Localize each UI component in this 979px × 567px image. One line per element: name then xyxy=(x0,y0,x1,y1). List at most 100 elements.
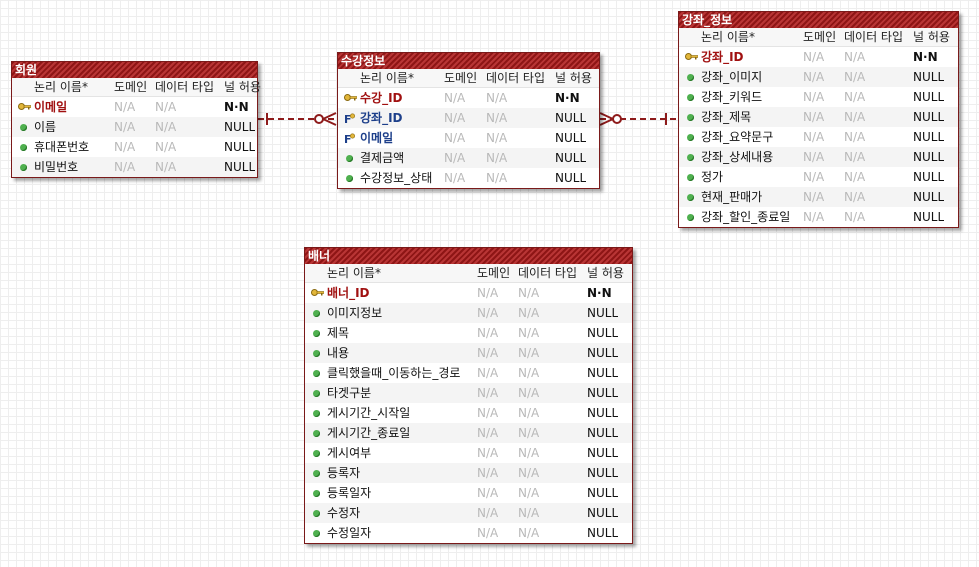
attribute-row[interactable]: 강좌_ID N/A N/A N·N xyxy=(679,47,958,67)
attribute-row[interactable]: 클릭했을때_이동하는_경로 N/A N/A NULL xyxy=(305,363,632,383)
attribute-row[interactable]: 게시여부 N/A N/A NULL xyxy=(305,443,632,463)
attribute-domain: N/A xyxy=(477,426,499,440)
attribute-nullable: NULL xyxy=(587,506,619,520)
attribute-row[interactable]: 수정일자 N/A N/A NULL xyxy=(305,523,632,543)
attribute-data-type: N/A xyxy=(844,90,866,104)
attribute-dot-icon xyxy=(313,490,320,497)
attribute-row[interactable]: 등록자 N/A N/A NULL xyxy=(305,463,632,483)
attribute-data-type: N/A xyxy=(518,466,540,480)
entity-member[interactable]: 회원 논리 이름* 도메인 데이터 타입 널 허용 이메일 N/A N/A N·N 이름 N/A N/… xyxy=(11,61,261,178)
attribute-domain: N/A xyxy=(477,366,499,380)
attribute-dot-icon xyxy=(20,124,27,131)
attribute-row[interactable]: 현재_판매가 N/A N/A NULL xyxy=(679,187,958,207)
attribute-row[interactable]: 제목 N/A N/A NULL xyxy=(305,323,632,343)
attribute-row[interactable]: 강좌_요약문구 N/A N/A NULL xyxy=(679,127,958,147)
attribute-nullable: NULL xyxy=(224,160,256,174)
attribute-row[interactable]: 수강정보_상태 N/A N/A NULL xyxy=(338,168,599,188)
attribute-name: 이미지정보 xyxy=(327,306,383,320)
attribute-row[interactable]: 이메일 N/A N/A N·N xyxy=(12,97,257,117)
attribute-row[interactable]: 이미지정보 N/A N/A NULL xyxy=(305,303,632,323)
er-diagram-canvas: 회원 논리 이름* 도메인 데이터 타입 널 허용 이메일 N/A N/A N·N 이름 N/A N/… xyxy=(0,0,979,567)
foreign-key-icon: F xyxy=(344,133,355,145)
attribute-domain: N/A xyxy=(444,171,466,185)
attribute-domain: N/A xyxy=(803,190,825,204)
attribute-name: 수강정보_상태 xyxy=(360,171,433,185)
attribute-row[interactable]: 수정자 N/A N/A NULL xyxy=(305,503,632,523)
attribute-row[interactable]: 이름 N/A N/A NULL xyxy=(12,117,257,137)
attribute-row[interactable]: 강좌_상세내용 N/A N/A NULL xyxy=(679,147,958,167)
header-nullable: 널 허용 xyxy=(555,71,592,85)
attribute-domain: N/A xyxy=(477,506,499,520)
entity-course[interactable]: 강좌_정보 논리 이름* 도메인 데이터 타입 널 허용 강좌_ID N/A N/A N·N 강좌… xyxy=(678,11,959,228)
attribute-row[interactable]: 휴대폰번호 N/A N/A NULL xyxy=(12,137,257,157)
entity-banner[interactable]: 배너 논리 이름* 도메인 데이터 타입 널 허용 배너_ID N/A N/A N·N 이미지정보… xyxy=(304,247,633,544)
attribute-data-type: N/A xyxy=(518,506,540,520)
attribute-dot-icon xyxy=(313,470,320,477)
attribute-name: 수강_ID xyxy=(360,91,403,105)
attribute-nullable: NULL xyxy=(587,486,619,500)
attribute-domain: N/A xyxy=(477,386,499,400)
attribute-dot-icon xyxy=(313,450,320,457)
header-domain: 도메인 xyxy=(114,80,148,94)
attribute-name: 결제금액 xyxy=(360,151,405,165)
attribute-name: 휴대폰번호 xyxy=(34,140,90,154)
attribute-domain: N/A xyxy=(477,486,499,500)
attribute-row[interactable]: 비밀번호 N/A N/A NULL xyxy=(12,157,257,177)
attribute-row[interactable]: 정가 N/A N/A NULL xyxy=(679,167,958,187)
attribute-row[interactable]: 게시기간_종료일 N/A N/A NULL xyxy=(305,423,632,443)
attribute-dot-icon xyxy=(313,430,320,437)
attribute-data-type: N/A xyxy=(518,306,540,320)
attribute-dot-icon xyxy=(687,174,694,181)
attribute-dot-icon xyxy=(687,154,694,161)
attribute-row[interactable]: 배너_ID N/A N/A N·N xyxy=(305,283,632,303)
attribute-dot-icon xyxy=(687,94,694,101)
attribute-dot-icon xyxy=(687,134,694,141)
key-icon xyxy=(311,288,324,299)
entity-title: 수강정보 xyxy=(338,53,599,69)
attribute-domain: N/A xyxy=(114,160,136,174)
attribute-row[interactable]: 결제금액 N/A N/A NULL xyxy=(338,148,599,168)
attribute-row[interactable]: 강좌_할인_종료일 N/A N/A NULL xyxy=(679,207,958,227)
attribute-name: 강좌_제목 xyxy=(701,110,752,124)
attribute-row[interactable]: 강좌_키워드 N/A N/A NULL xyxy=(679,87,958,107)
attribute-nullable: NULL xyxy=(913,130,945,144)
attribute-dot-icon xyxy=(687,74,694,81)
attribute-row[interactable]: 내용 N/A N/A NULL xyxy=(305,343,632,363)
attribute-row[interactable]: 강좌_이미지 N/A N/A NULL xyxy=(679,67,958,87)
attribute-row[interactable]: 타겟구분 N/A N/A NULL xyxy=(305,383,632,403)
attribute-nullable: NULL xyxy=(555,151,587,165)
attribute-name: 배너_ID xyxy=(327,286,370,300)
attribute-nullable: NULL xyxy=(587,326,619,340)
attribute-name: 등록자 xyxy=(327,466,361,480)
attribute-name: 강좌_요약문구 xyxy=(701,130,774,144)
attribute-data-type: N/A xyxy=(155,160,177,174)
attribute-row[interactable]: 게시기간_시작일 N/A N/A NULL xyxy=(305,403,632,423)
attribute-row[interactable]: 수강_ID N/A N/A N·N xyxy=(338,88,599,108)
relationship-member-enrollment[interactable] xyxy=(258,112,337,126)
attribute-row[interactable]: 강좌_제목 N/A N/A NULL xyxy=(679,107,958,127)
attribute-domain: N/A xyxy=(444,151,466,165)
attribute-row[interactable]: F 이메일 N/A N/A NULL xyxy=(338,128,599,148)
attribute-data-type: N/A xyxy=(155,120,177,134)
attribute-data-type: N/A xyxy=(518,366,540,380)
header-domain: 도메인 xyxy=(444,71,478,85)
attribute-data-type: N/A xyxy=(155,140,177,154)
attribute-row[interactable]: 등록일자 N/A N/A NULL xyxy=(305,483,632,503)
attribute-domain: N/A xyxy=(477,286,499,300)
attribute-data-type: N/A xyxy=(518,426,540,440)
attribute-dot-icon xyxy=(313,330,320,337)
attribute-name: 강좌_이미지 xyxy=(701,70,763,84)
attribute-dot-icon xyxy=(313,530,320,537)
attribute-data-type: N/A xyxy=(844,210,866,224)
attribute-data-type: N/A xyxy=(518,486,540,500)
attribute-nullable: NULL xyxy=(587,446,619,460)
attribute-nullable: NULL xyxy=(587,526,619,540)
attribute-row[interactable]: F 강좌_ID N/A N/A NULL xyxy=(338,108,599,128)
attribute-name: 강좌_할인_종료일 xyxy=(701,210,791,224)
attribute-name: 타겟구분 xyxy=(327,386,372,400)
attribute-domain: N/A xyxy=(803,210,825,224)
attribute-name: 강좌_ID xyxy=(701,50,744,64)
header-nullable: 널 허용 xyxy=(224,80,261,94)
entity-enrollment[interactable]: 수강정보 논리 이름* 도메인 데이터 타입 널 허용 수강_ID N/A N/A N·N F 강좌… xyxy=(337,52,600,189)
relationship-course-enrollment[interactable] xyxy=(599,112,678,126)
